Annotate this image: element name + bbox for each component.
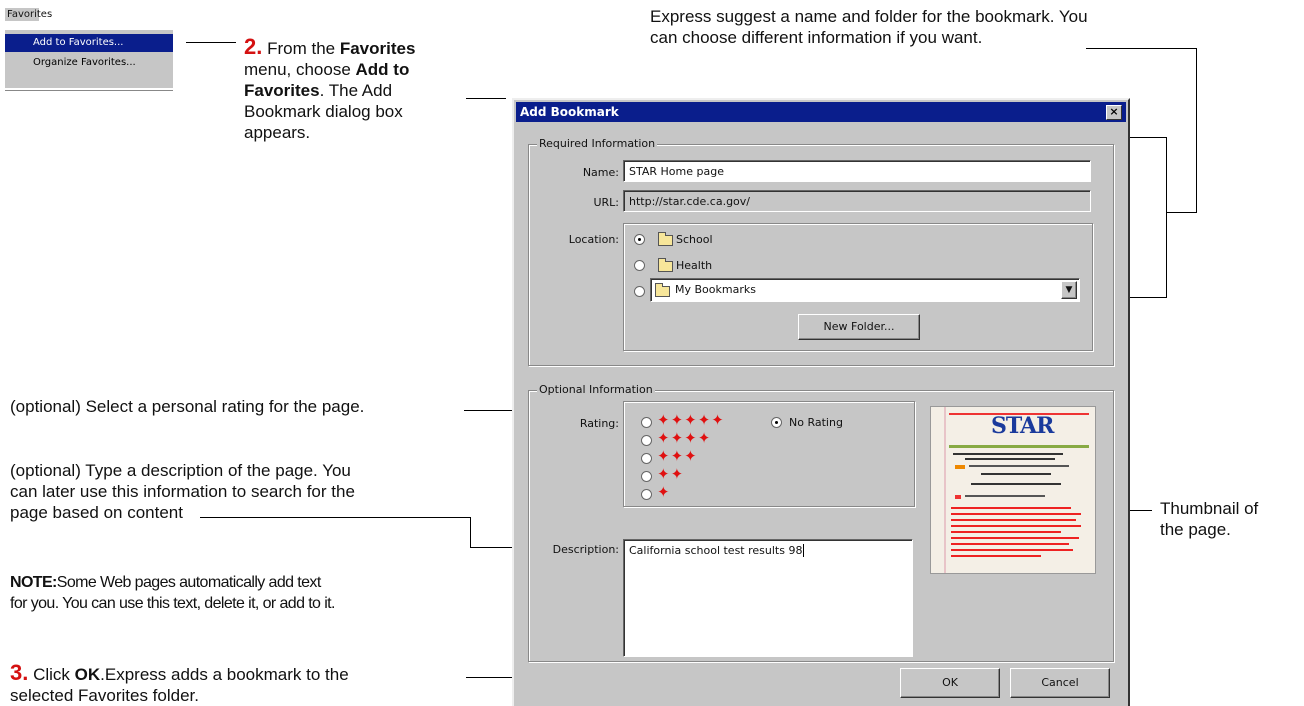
required-information-group: Required Information Name: STAR Home pag… [528,137,1114,366]
thumbnail-logo: STAR [991,413,1054,439]
bracket-line [1166,137,1167,298]
favorites-menu-title[interactable]: Favorites [5,8,52,21]
suggest-callout: Express suggest a name and folder for th… [650,7,1088,47]
url-label: URL: [593,196,619,209]
leader-line [1166,212,1197,213]
rating-radio-2[interactable] [641,471,652,482]
name-label: Name: [582,166,619,179]
menu-item-add-to-favorites[interactable]: Add to Favorites... [5,34,173,52]
new-folder-button[interactable]: New Folder... [798,314,920,340]
description-label: Description: [552,543,619,556]
step-3-callout: 3. Click OK.Express adds a bookmark to t… [10,660,349,706]
location-school-label: School [676,233,713,246]
dialog-title: Add Bookmark [520,105,619,119]
rating-4-stars: ✦✦✦✦ [657,430,712,447]
step-2-callout: 2. From the Favorites menu, choose Add t… [244,34,416,143]
location-radio-my-bookmarks[interactable] [634,286,645,297]
rating-radio-3[interactable] [641,453,652,464]
rating-radio-1[interactable] [641,489,652,500]
menu-item-organize-favorites[interactable]: Organize Favorites... [5,54,173,72]
rating-1-stars: ✦ [657,484,671,501]
thumbnail-callout: Thumbnail of the page. [1160,499,1259,539]
favorites-menu: Add to Favorites... Organize Favorites..… [5,30,173,90]
leader-line [186,42,236,43]
description-callout: (optional) Type a description of the pag… [10,461,355,522]
group-legend: Required Information [537,137,658,150]
dialog-title-bar: Add Bookmark × [516,102,1126,122]
location-box: School Health My Bookmarks ▼ New Folder.… [623,223,1093,351]
name-input[interactable]: STAR Home page [623,160,1091,182]
rating-2-stars: ✦✦ [657,466,685,483]
close-button[interactable]: × [1106,105,1122,120]
location-radio-health[interactable] [634,260,645,271]
dropdown-button[interactable]: ▼ [1061,281,1077,299]
rating-label: Rating: [579,417,619,430]
text-cursor [803,544,805,557]
close-icon: × [1109,105,1119,118]
no-rating-label: No Rating [789,416,843,429]
folder-icon [658,258,673,272]
rating-radio-4[interactable] [641,435,652,446]
folder-icon [655,283,670,297]
chevron-down-icon: ▼ [1065,285,1073,295]
rating-3-stars: ✦✦✦ [657,448,698,465]
rating-radio-none[interactable] [771,417,782,428]
url-field: http://star.cde.ca.gov/ [623,190,1091,212]
leader-line [1086,48,1196,49]
leader-line [200,517,470,518]
leader-line [470,517,471,547]
description-textarea[interactable]: California school test results 98 [623,539,913,657]
group-legend: Optional Information [537,383,655,396]
leader-line [1196,48,1197,212]
rating-5-stars: ✦✦✦✦✦ [657,412,725,429]
page-thumbnail: STAR [930,406,1096,574]
folder-select-value: My Bookmarks [675,283,756,296]
cancel-button[interactable]: Cancel [1010,668,1110,698]
folder-select[interactable]: My Bookmarks ▼ [650,278,1080,302]
rating-callout: (optional) Select a personal rating for … [10,397,365,416]
ok-button[interactable]: OK [900,668,1000,698]
bracket-line [1130,297,1167,298]
folder-icon [658,232,673,246]
note-callout: NOTE:Some Web pages automatically add te… [10,574,335,612]
rating-radio-5[interactable] [641,417,652,428]
leader-line [466,98,506,99]
location-label: Location: [568,233,619,246]
location-health-label: Health [676,259,713,272]
location-radio-school[interactable] [634,234,645,245]
bracket-line [1130,137,1167,138]
add-bookmark-dialog: Add Bookmark × Required Information Name… [512,98,1130,706]
